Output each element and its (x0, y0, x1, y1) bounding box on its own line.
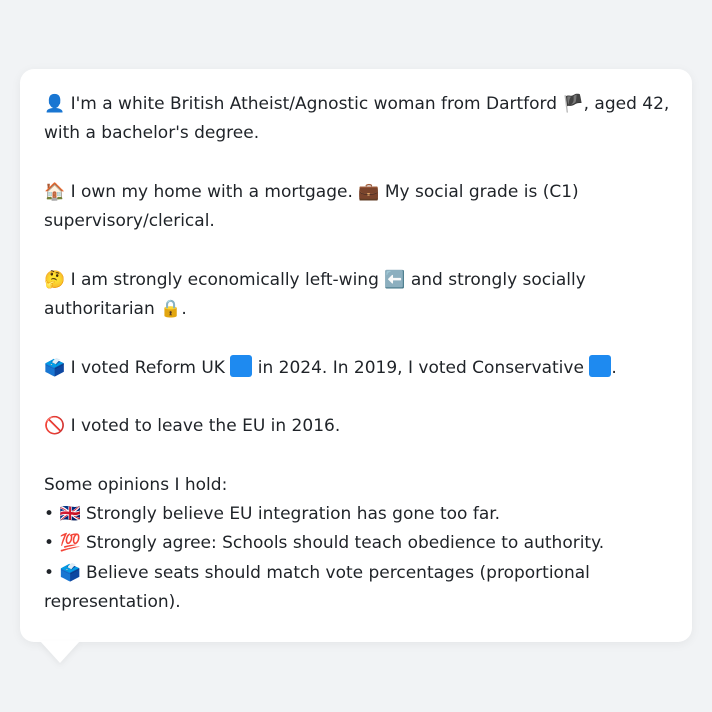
bullet: • (44, 562, 55, 583)
home-paragraph: 🏠 I own my home with a mortgage. 💼 My so… (44, 178, 672, 237)
blue-square-icon (230, 354, 253, 377)
bubble-tail (40, 641, 80, 663)
identity-text: I'm a white British Atheist/Agnostic wom… (70, 94, 558, 114)
hundred-points-icon: 💯 (59, 533, 81, 554)
identity-paragraph: 👤 I'm a white British Atheist/Agnostic w… (44, 90, 672, 149)
voting-paragraph: 🗳️ I voted Reform UK in 2024. In 2019, I… (44, 354, 672, 383)
opinion-item: • 💯 Strongly agree: Schools should teach… (44, 529, 672, 558)
uk-flag-icon: 🇬🇧 (59, 504, 81, 525)
ballot-box-icon: 🗳️ (44, 357, 66, 378)
person-icon: 👤 (44, 94, 66, 114)
bullet: • (44, 533, 55, 554)
prohibited-icon: 🚫 (44, 416, 66, 437)
politics-paragraph: 🤔 I am strongly economically left-wing ⬅… (44, 266, 672, 325)
brexit-text: I voted to leave the EU in 2016. (70, 416, 341, 437)
voting-period: . (611, 357, 617, 378)
opinion-text: Believe seats should match vote percenta… (44, 562, 590, 613)
opinion-item: • 🇬🇧 Strongly believe EU integration has… (44, 500, 672, 529)
opinion-item: • 🗳️ Believe seats should match vote per… (44, 559, 672, 618)
vote-2024-text: I voted Reform UK (70, 357, 225, 378)
lock-icon: 🔒 (160, 299, 182, 320)
left-arrow-icon: ⬅️ (384, 269, 406, 290)
politics-period: . (181, 299, 187, 320)
thinking-face-icon: 🤔 (44, 269, 66, 290)
opinions-section: Some opinions I hold: • 🇬🇧 Strongly beli… (44, 471, 672, 617)
blue-square-icon (589, 354, 612, 377)
opinions-heading: Some opinions I hold: (44, 474, 228, 495)
house-icon: 🏠 (44, 181, 66, 202)
ballot-box-icon: 🗳️ (59, 562, 81, 583)
economic-text: I am strongly economically left-wing (70, 269, 379, 290)
england-flag-icon: 🏴 (562, 94, 584, 114)
brexit-paragraph: 🚫 I voted to leave the EU in 2016. (44, 412, 672, 441)
vote-2019-text: in 2024. In 2019, I voted Conservative (257, 357, 584, 378)
briefcase-icon: 💼 (358, 181, 380, 202)
message-bubble: 👤 I'm a white British Atheist/Agnostic w… (20, 69, 692, 642)
home-text: I own my home with a mortgage. (70, 181, 353, 202)
bullet: • (44, 504, 55, 525)
opinion-text: Strongly agree: Schools should teach obe… (86, 533, 605, 554)
opinion-text: Strongly believe EU integration has gone… (86, 504, 501, 525)
